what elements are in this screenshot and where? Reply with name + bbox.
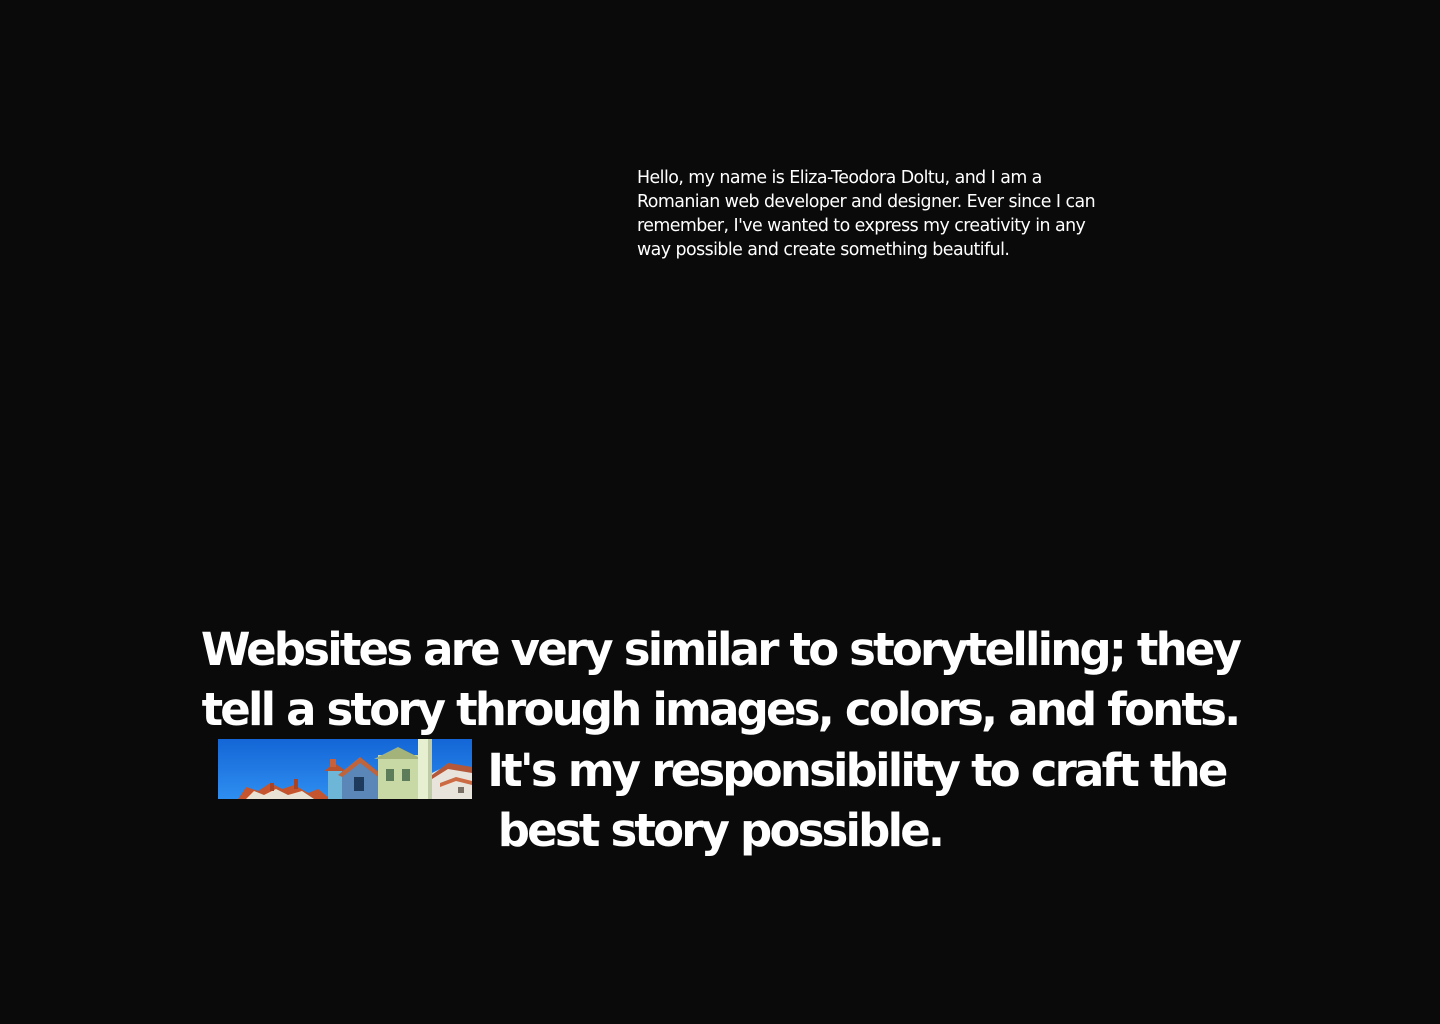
storytelling-statement: Websites are very similar to storytellin… — [180, 620, 1260, 860]
statement-text-after-image: It's my responsibility to craft the best… — [487, 744, 1228, 857]
about-section: Hello, my name is Eliza-Teodora Doltu, a… — [0, 0, 1440, 1024]
intro-paragraph: Hello, my name is Eliza-Teodora Doltu, a… — [637, 168, 1096, 260]
statement-text-before-image: Websites are very similar to storytellin… — [200, 623, 1242, 736]
rooftops-photo — [218, 739, 473, 799]
